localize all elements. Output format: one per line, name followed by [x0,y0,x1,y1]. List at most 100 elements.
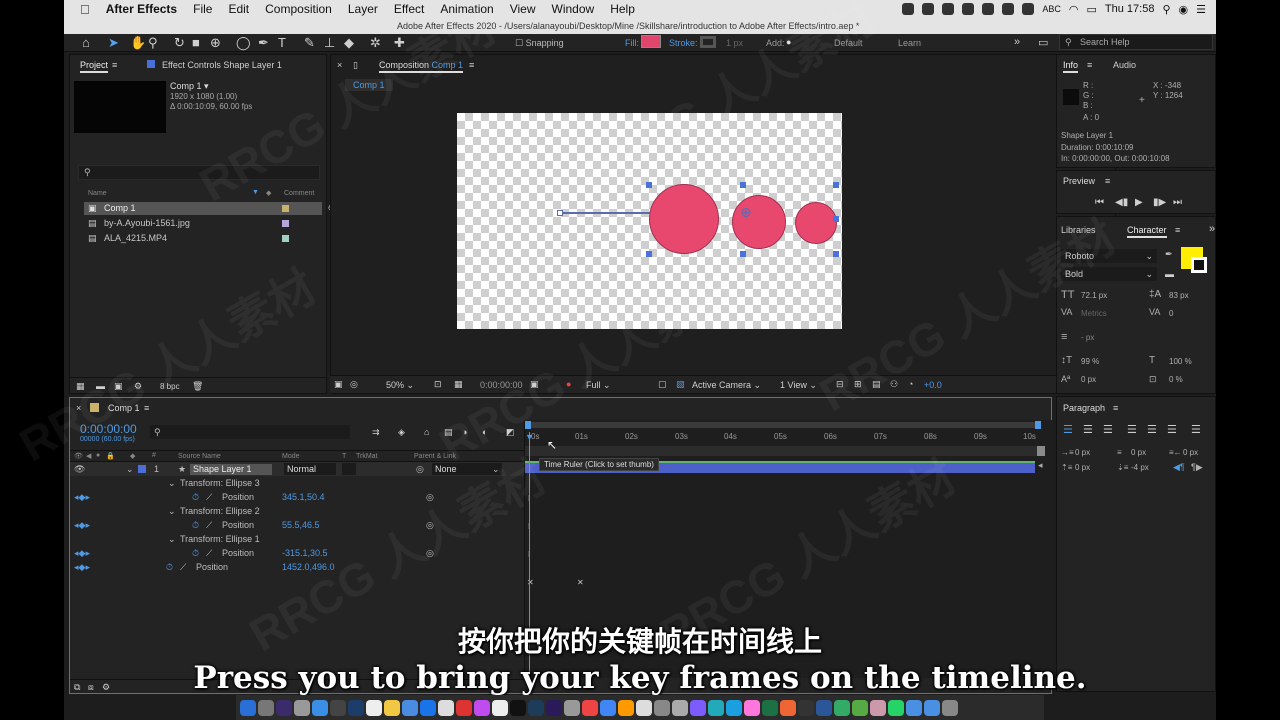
chrome-icon[interactable] [600,699,616,716]
graph-icon[interactable]: ⟋ [206,490,212,504]
music-icon[interactable] [474,699,490,716]
anchor-point-icon[interactable]: ⊕ [740,204,752,221]
keyframe-nav-icon[interactable]: ◂◆▸ [74,518,90,532]
word-icon[interactable] [816,699,832,716]
app-icon[interactable] [744,699,760,716]
eye-icon[interactable]: 👁 [74,462,85,476]
position-row[interactable]: ◂◆▸ ⏱ ⟋ Position 55.5,46.5 ◎ [70,518,524,532]
timeline-icon[interactable]: ▤ [872,379,881,390]
trash-icon[interactable] [942,699,958,716]
indent-right-value[interactable]: 0 px [1183,448,1198,457]
menu-animation[interactable]: Animation [432,2,501,16]
stopwatch-icon[interactable]: ⏱ [192,518,199,532]
stopwatch-icon[interactable]: ⏱ [192,490,199,504]
notes-icon[interactable] [366,699,382,716]
exposure-value[interactable]: +0.0 [924,380,942,390]
video-switch-icon[interactable]: 👁 [74,452,83,460]
ellipse-3[interactable] [795,202,837,244]
frame-blending-icon[interactable]: ▤ [444,427,453,438]
whatsapp-icon[interactable] [888,699,904,716]
pickwhip-icon[interactable]: ◎ [426,546,434,560]
label-swatch[interactable] [282,205,289,212]
rotation-tool-icon[interactable]: ↻ [174,36,185,49]
bounding-handle[interactable] [833,182,839,188]
keyframe-marker[interactable]: ✕ [577,578,584,587]
fast-preview-icon[interactable]: ⊞ [854,379,862,390]
property-value[interactable]: 1452.0,496.0 [282,560,335,574]
column-source-name[interactable]: Source Name [178,453,221,460]
transform-group-row[interactable]: ⌄ Transform: Ellipse 2 [70,504,524,518]
font-family-dropdown[interactable]: Roboto ⌄ [1061,249,1157,263]
column-parent[interactable]: Parent & Link [414,453,456,460]
apple-menu-icon[interactable]:  [64,2,98,17]
timeline-tab[interactable]: Comp 1 [108,403,140,413]
navigator-start-handle[interactable] [525,421,531,429]
folder-icon[interactable] [924,699,940,716]
menu-effect[interactable]: Effect [386,2,432,16]
premiere-icon[interactable] [546,699,562,716]
eyedropper-icon[interactable]: ✒ [1165,249,1173,260]
eraser-tool-icon[interactable]: ◆ [344,36,354,49]
region-of-interest-icon[interactable]: ▢ [658,379,667,390]
app-icon[interactable] [438,699,454,716]
property-value[interactable]: 345.1,50.4 [282,490,325,504]
lock-switch-icon[interactable]: 🔒 [106,452,115,460]
app-icon[interactable] [852,699,868,716]
leading-value[interactable]: 83 px [1169,291,1189,300]
bounding-handle[interactable] [833,251,839,257]
status-app-icon[interactable] [942,3,955,15]
spotlight-icon[interactable]: ⚲ [1162,3,1170,16]
justify-right-icon[interactable]: ☰ [1167,423,1177,436]
property-value[interactable]: -315.1,30.5 [282,546,328,560]
status-app-icon[interactable] [982,3,995,15]
current-timecode[interactable]: 0:00:00:00 [80,422,137,436]
menu-view[interactable]: View [502,2,544,16]
justify-left-icon[interactable]: ☰ [1127,423,1137,436]
position-row[interactable]: ◂◆▸ ⏱ ⟋ Position -315.1,30.5 ◎ [70,546,524,560]
bpc-button[interactable]: 8 bpc [160,382,180,391]
font-size-value[interactable]: 72.1 px [1081,291,1107,300]
apple-tv-icon[interactable] [510,699,526,716]
layer-row[interactable]: 👁 ⌄ 1 ★ Shape Layer 1 Normal ◎ None ⌄ [70,462,524,476]
app-icon[interactable] [402,699,418,716]
roto-brush-tool-icon[interactable]: ✲ [370,36,381,49]
panel-overflow-icon[interactable]: » [1209,223,1215,235]
battery-icon[interactable]: ▭ [1087,3,1097,16]
always-preview-icon[interactable]: ▣ [334,379,343,390]
position-row[interactable]: ◂◆▸ ⏱ ⟋ Position 1452.0,496.0 [70,560,524,574]
rtl-direction-icon[interactable]: ¶▶ [1191,462,1203,473]
column-comment[interactable]: Comment [284,190,314,197]
tab-audio[interactable]: Audio [1113,60,1136,70]
comp-sub-tab[interactable]: Comp 1 [345,79,393,91]
workspace-panel-icon[interactable]: ▭ [1038,36,1048,49]
status-app-icon[interactable] [1022,3,1035,15]
graph-icon[interactable]: ⟋ [180,560,186,574]
tab-composition[interactable]: Composition Comp 1 [379,60,464,73]
time-ruler[interactable]: 0s 01s 02s 03s 04s 05s 06s 07s 08s 09s 1… [525,432,1053,444]
project-menu-icon[interactable]: ≡ [112,60,117,70]
app-icon[interactable] [654,699,670,716]
settings-icon[interactable]: ⚙ [134,381,142,392]
label-column-icon[interactable]: ◆ [266,189,271,197]
project-item-video[interactable]: ▤ ALA_4215.MP4 [84,232,322,245]
graph-icon[interactable]: ⟋ [206,546,212,560]
stopwatch-icon[interactable]: ⏱ [192,546,199,560]
pan-behind-tool-icon[interactable]: ⊕ [210,36,221,49]
comp-name[interactable]: Comp 1 ▾ [170,81,209,92]
blend-mode-dropdown[interactable]: Normal [284,463,336,475]
flowchart-icon[interactable]: ⚇ [890,379,898,390]
next-frame-icon[interactable]: ▮▶ [1153,197,1166,208]
work-area-end-handle[interactable] [1037,446,1045,456]
pickwhip-icon[interactable]: ◎ [426,518,434,532]
column-trkmat[interactable]: TrkMat [356,453,378,460]
app-icon[interactable] [456,699,472,716]
tracking-value[interactable]: 0 [1169,309,1173,318]
keyframe-nav-icon[interactable]: ◂◆▸ [74,490,90,504]
indent-left-value[interactable]: 0 px [1075,448,1090,457]
comp-marker-bin-icon[interactable]: ◂ [1038,460,1043,471]
app-icon[interactable] [582,699,598,716]
status-app-icon[interactable] [1002,3,1015,15]
label-swatch[interactable] [282,220,289,227]
graph-icon[interactable]: ⟋ [206,518,212,532]
timeline-search-input[interactable]: ⚲ [150,425,350,439]
